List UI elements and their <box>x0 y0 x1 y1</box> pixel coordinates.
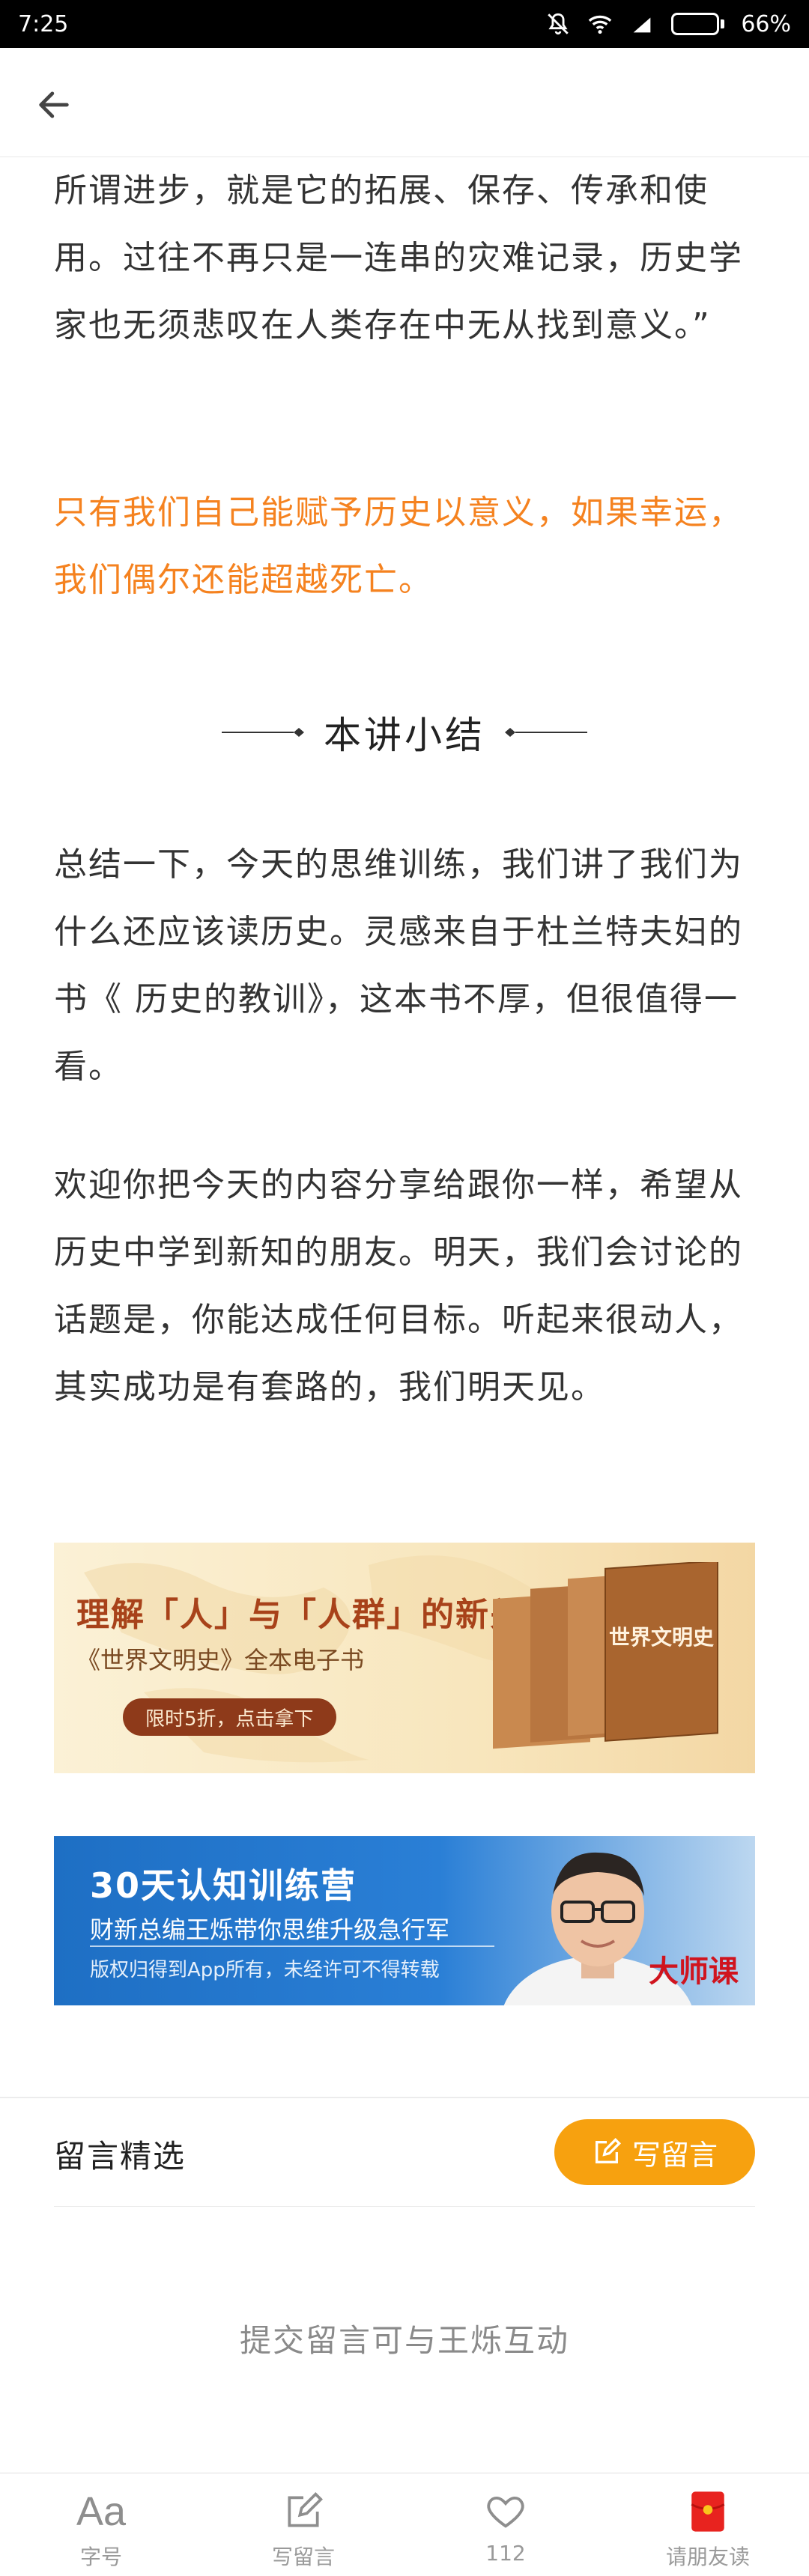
camp-divider <box>90 1945 494 1947</box>
status-time: 7:25 <box>18 10 69 37</box>
comments-divider <box>54 2206 755 2207</box>
status-bar: 7:25 66% <box>0 0 809 48</box>
back-button[interactable] <box>30 81 78 129</box>
tab-write-comment[interactable]: 写留言 <box>202 2473 404 2576</box>
section-heading: 本讲小结 <box>0 702 809 762</box>
camp-headline: 30天认知训练营 <box>90 1865 357 1906</box>
copyright-note: 版权归得到App所有，未经许可不得转载 <box>90 1959 440 1981</box>
tab-invite-friend[interactable]: 请朋友读 <box>607 2473 809 2576</box>
font-size-icon: Aa <box>76 2489 127 2534</box>
signal-icon <box>633 17 651 33</box>
wifi-icon <box>589 15 612 34</box>
brand-logo: 大师课 <box>649 1954 739 1989</box>
tab-label: 写留言 <box>271 2545 335 2569</box>
red-envelope-icon <box>691 2491 725 2532</box>
camp-subline: 财新总编王烁带你思维升级急行军 <box>90 1916 450 1944</box>
article-paragraph: 总结一下，今天的思维训练，我们讲了我们为什么还应该读历史。灵感来自于杜兰特夫妇的… <box>54 845 743 1086</box>
top-nav <box>0 48 809 157</box>
heart-icon <box>487 2496 524 2528</box>
training-camp-banner[interactable]: 30天认知训练营 财新总编王烁带你思维升级急行军 版权归得到App所有，未经许可… <box>54 1836 755 2005</box>
mute-bell-icon <box>548 13 569 35</box>
tab-label: 字号 <box>79 2545 122 2569</box>
book-stack-image: 世界文明史 <box>493 1562 718 1749</box>
section-divider <box>0 2097 809 2098</box>
write-comment-label: 写留言 <box>631 2138 718 2172</box>
article-paragraph: 欢迎你把今天的内容分享给跟你一样，希望从历史中学到新知的朋友。明天，我们会讨论的… <box>54 1166 743 1406</box>
write-comment-button[interactable]: 写留言 <box>554 2119 755 2185</box>
tab-font-size[interactable]: Aa 字号 <box>0 2473 202 2576</box>
heading-ornament-right <box>505 728 587 737</box>
heading-ornament-left <box>222 728 304 737</box>
bottom-toolbar: Aa 字号 写留言 112 请朋友读 <box>0 2473 809 2576</box>
like-count: 112 <box>485 2541 526 2566</box>
tab-label: 请朋友读 <box>665 2545 750 2569</box>
edit-icon <box>595 2137 622 2163</box>
highlight-quote: 只有我们自己能赋予历史以意义，如果幸运，我们偶尔还能超越死亡。 <box>54 493 743 599</box>
article-paragraph: 所谓进步，就是它的拓展、保存、传承和使用。过往不再只是一连串的灾难记录，历史学家… <box>54 171 743 344</box>
book-promo-cta[interactable]: 限时5折，点击拿下 <box>123 1698 336 1736</box>
battery-percent: 66% <box>741 10 791 37</box>
book-cover-title: 世界文明史 <box>609 1625 714 1650</box>
tab-like[interactable]: 112 <box>404 2473 607 2576</box>
section-title: 本讲小结 <box>324 714 485 757</box>
comments-empty-hint: 提交留言可与王烁互动 <box>239 2322 569 2359</box>
book-promo-subline: 《世界文明史》全本电子书 <box>76 1646 365 1674</box>
book-promo-banner[interactable]: 理解「人」与「人群」的新关系 《世界文明史》全本电子书 限时5折，点击拿下 世界… <box>54 1543 755 1773</box>
edit-icon <box>288 2492 323 2527</box>
comments-title: 留言精选 <box>54 2138 187 2175</box>
battery-icon <box>671 13 725 35</box>
arrow-left-icon <box>39 91 69 118</box>
